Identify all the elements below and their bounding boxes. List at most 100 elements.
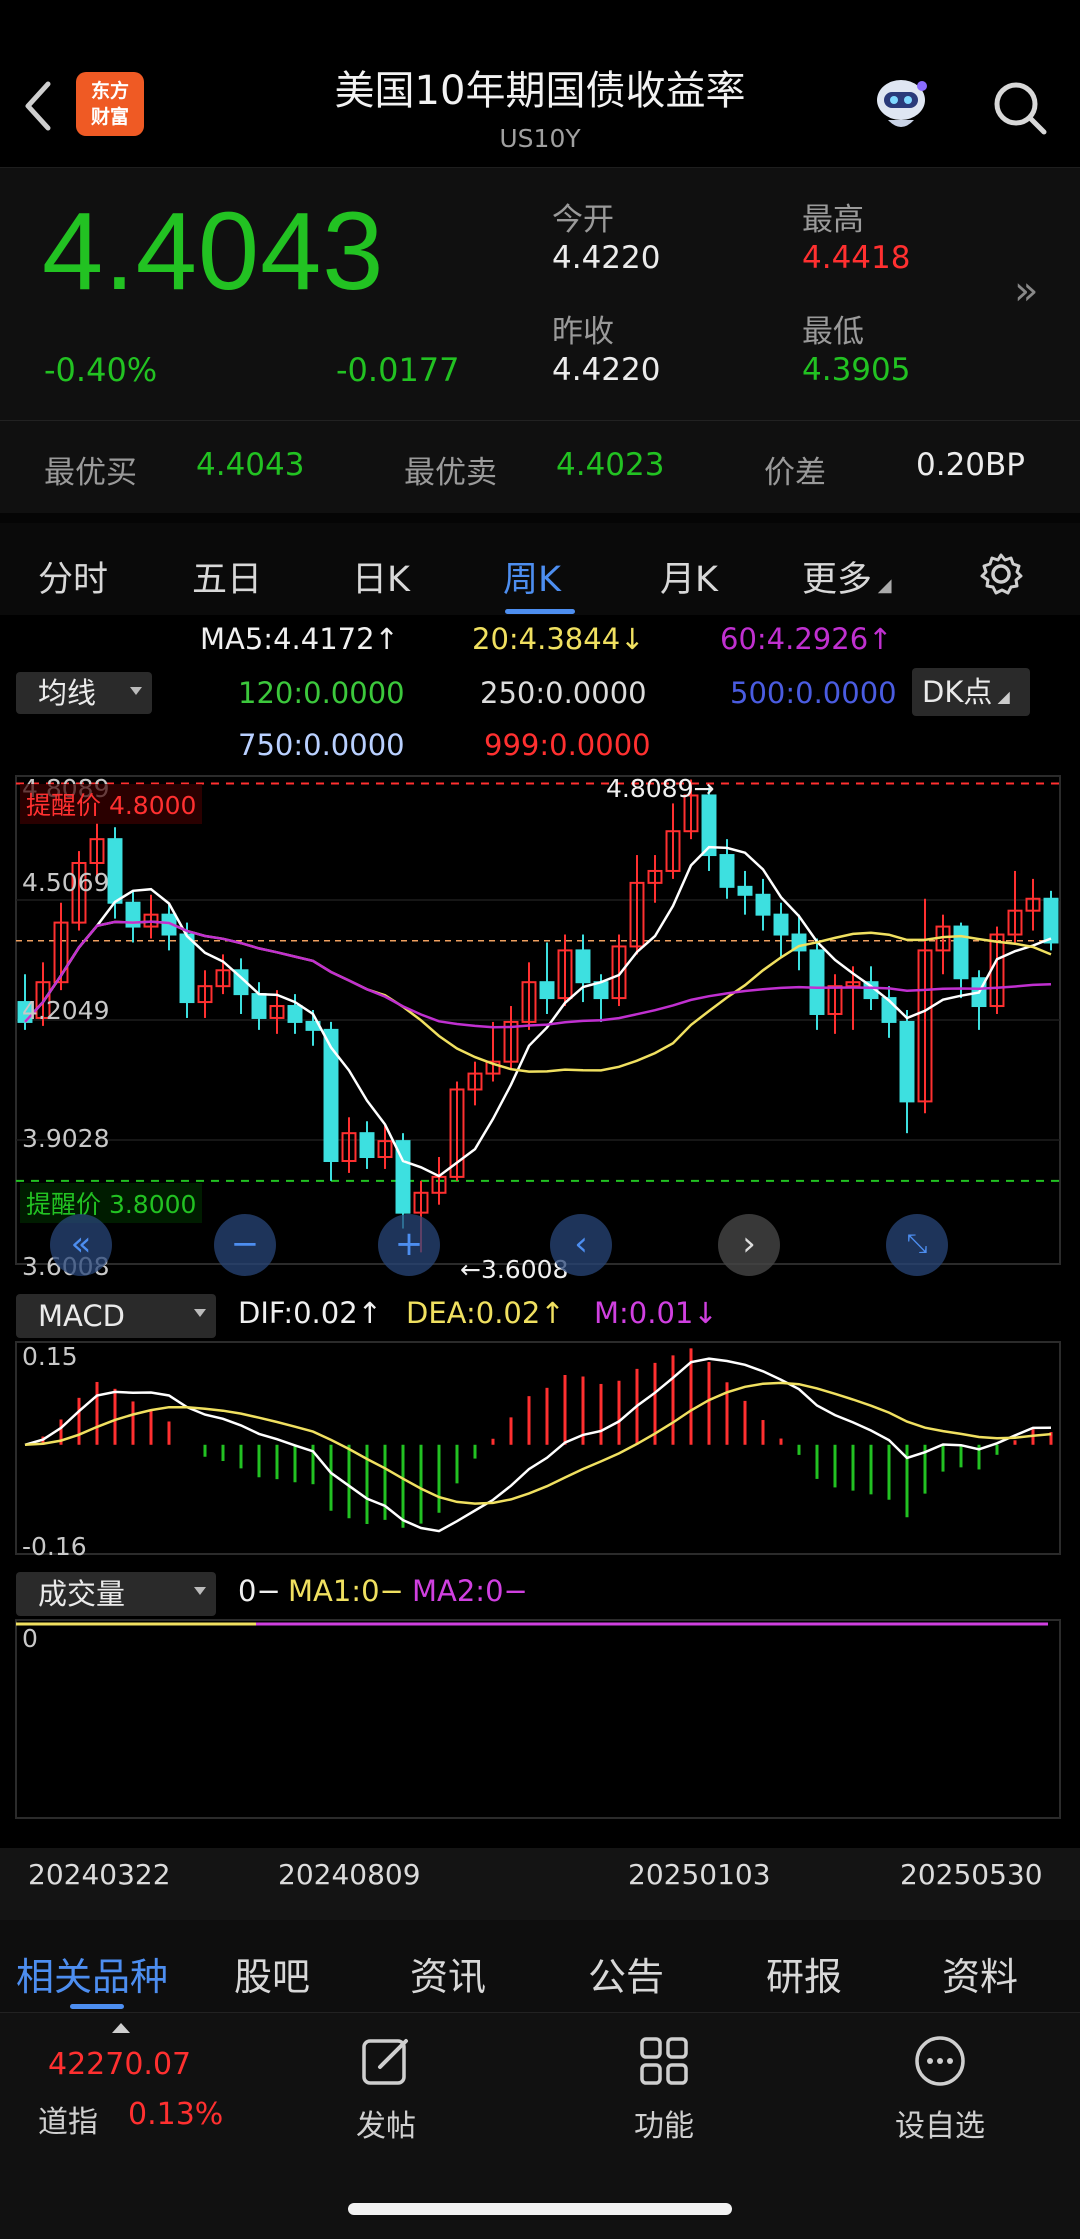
candle-body: [953, 925, 969, 980]
ma-selector-label: 均线: [38, 676, 97, 710]
best-ask-value: 4.4023: [556, 447, 665, 483]
candle-body: [179, 933, 195, 1004]
max-price-marker: 4.8089→: [606, 774, 715, 803]
best-ask-label: 最优卖: [404, 455, 497, 491]
period-tabs: 分时 五日 日K 周K 月K 更多 ◢: [0, 513, 1080, 615]
candle-body: [575, 949, 591, 984]
more-dots-icon: [915, 2036, 965, 2086]
settings-gear-icon[interactable]: [978, 551, 1024, 597]
home-indicator: [348, 2203, 732, 2215]
post-button[interactable]: 发帖: [306, 2033, 466, 2145]
open-label: 今开: [552, 202, 614, 238]
candle-body: [359, 1132, 375, 1159]
info-tabs: 相关品种 股吧 资讯 公告 研报 资料: [0, 1920, 1080, 2012]
post-label: 发帖: [356, 2109, 416, 2144]
ai-assistant-robot-icon[interactable]: [866, 70, 936, 140]
best-bid-value: 4.4043: [196, 447, 305, 483]
edit-post-icon: [362, 2039, 408, 2085]
macd-frame: [15, 1341, 1061, 1555]
indicator-selector-macd[interactable]: MACD: [16, 1294, 216, 1338]
open-value: 4.4220: [552, 240, 661, 276]
index-name[interactable]: 道指: [38, 2097, 98, 2141]
tab-weekly-k[interactable]: 周K: [503, 551, 561, 602]
grid-function-icon: [640, 2037, 688, 2085]
tab-daily-k[interactable]: 日K: [352, 551, 410, 602]
tab-announcements[interactable]: 公告: [588, 1946, 664, 2001]
ma999-value: 999:0.0000: [484, 728, 651, 762]
tab-related[interactable]: 相关品种: [16, 1946, 168, 2001]
dk-point-button[interactable]: DK点 ◢: [912, 668, 1030, 716]
date-label-3: 20250103: [628, 1858, 771, 1891]
scroll-left-button[interactable]: ‹: [550, 1214, 612, 1276]
y-label-3: 4.2049: [22, 996, 110, 1025]
candle-body: [251, 993, 267, 1019]
low-label: 最低: [802, 314, 864, 350]
change-percent: -0.40%: [44, 351, 158, 389]
indicator-selector-ma[interactable]: 均线: [16, 672, 152, 714]
tab-five-day[interactable]: 五日: [192, 551, 262, 602]
last-price: 4.4043: [42, 190, 385, 313]
active-tab-indicator: [505, 609, 575, 614]
prev-close-label: 昨收: [552, 314, 614, 350]
tab-forum[interactable]: 股吧: [234, 1946, 310, 2001]
expand-up-icon[interactable]: [112, 2023, 130, 2033]
fullscreen-icon[interactable]: ⤡: [886, 1214, 948, 1276]
index-value[interactable]: 42270.07: [48, 2047, 191, 2082]
best-bid-label: 最优买: [44, 455, 137, 491]
scroll-right-button[interactable]: ›: [718, 1214, 780, 1276]
zoom-in-button[interactable]: +: [378, 1214, 440, 1276]
macd-m: M:0.01↓: [594, 1296, 718, 1330]
volume-chart[interactable]: [0, 1572, 1080, 1848]
alert-price-high[interactable]: 提醒价 4.8000: [20, 784, 203, 824]
expand-chevron-icon[interactable]: »: [1014, 268, 1038, 314]
zoom-out-button[interactable]: −: [214, 1214, 276, 1276]
candle-body: [323, 1028, 339, 1162]
high-label: 最高: [802, 202, 864, 238]
scroll-far-left-button[interactable]: «: [50, 1214, 112, 1276]
volume-y-label: 0: [22, 1624, 38, 1653]
candle-body: [107, 838, 123, 904]
dk-point-label: DK点: [922, 675, 993, 709]
y-label-2: 4.5069: [22, 868, 110, 897]
min-price-marker: ←3.6008: [460, 1255, 569, 1284]
index-percent[interactable]: 0.13%: [128, 2097, 223, 2132]
function-label: 功能: [634, 2109, 694, 2144]
tab-news[interactable]: 资讯: [410, 1946, 486, 2001]
date-label-2: 20240809: [278, 1858, 421, 1891]
watchlist-label: 设自选: [895, 2109, 985, 2144]
low-value: 4.3905: [802, 352, 911, 388]
candle-body: [719, 854, 735, 888]
date-label-4: 20250530: [900, 1858, 1043, 1891]
ma500-value: 500:0.0000: [730, 676, 897, 710]
ma5-value: MA5:4.4172↑: [200, 622, 399, 656]
macd-dea: DEA:0.02↑: [406, 1296, 565, 1330]
ma20-value: 20:4.3844↓: [472, 622, 645, 656]
ma60-value: 60:4.2926↑: [720, 622, 893, 656]
tab-monthly-k[interactable]: 月K: [660, 551, 718, 602]
candle-body: [809, 949, 825, 1015]
prev-close-value: 4.4220: [552, 352, 661, 388]
alert-price-low[interactable]: 提醒价 3.8000: [20, 1183, 203, 1223]
tab-more[interactable]: 更多 ◢: [802, 551, 892, 602]
tab-profile[interactable]: 资料: [942, 1946, 1018, 2001]
add-watchlist-button[interactable]: 设自选: [860, 2033, 1020, 2145]
candle-body: [737, 885, 753, 896]
app-header: 东方 财富 美国10年期国债收益率 US10Y: [0, 0, 1080, 168]
date-label-1: 20240322: [28, 1858, 171, 1891]
macd-chart[interactable]: [0, 1338, 1080, 1568]
candle-body: [539, 981, 555, 1000]
candle-body: [1043, 897, 1059, 944]
high-value: 4.4418: [802, 240, 911, 276]
quote-panel: 4.4043 -0.40% -0.0177 今开 4.4220 最高 4.441…: [0, 168, 1080, 420]
macd-dif-line: [24, 1357, 1052, 1533]
tab-intraday[interactable]: 分时: [38, 551, 108, 602]
best-bid-ask-row: 最优买 4.4043 最优卖 4.4023 价差 0.20BP: [0, 420, 1080, 513]
candle-body: [899, 1020, 915, 1103]
ma120-value: 120:0.0000: [238, 676, 405, 710]
tab-research[interactable]: 研报: [766, 1946, 842, 2001]
ma750-value: 750:0.0000: [238, 728, 405, 762]
tab-more-label: 更多: [802, 560, 873, 600]
change-value: -0.0177: [336, 351, 460, 389]
search-icon[interactable]: [990, 78, 1050, 138]
function-button[interactable]: 功能: [584, 2033, 744, 2145]
